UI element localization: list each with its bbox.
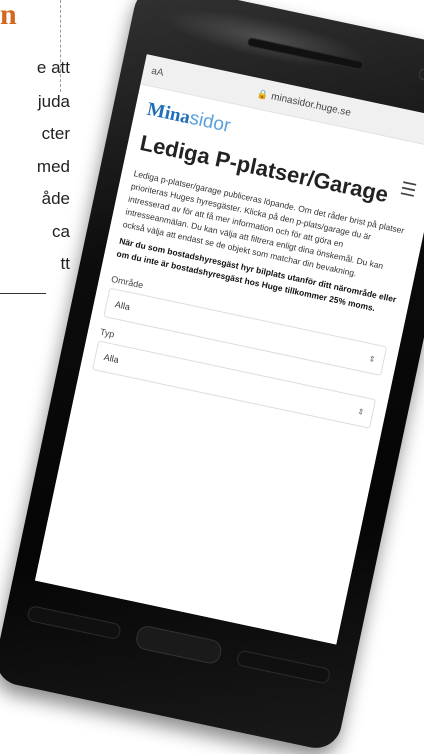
background-text-line: åde: [41, 189, 70, 208]
background-text-line: juda: [37, 92, 70, 111]
page-content: Minasidor ☰ Lediga P-platser/Garage Ledi…: [34, 84, 424, 645]
select-chevron-icon: ⇕: [367, 353, 377, 364]
background-text-line: tt: [60, 254, 70, 273]
logo-bold: Mina: [145, 98, 192, 129]
phone-screen: aA 🔒minasidor.huge.se ↻ Minasidor ☰ Ledi…: [34, 54, 424, 645]
text-size-button[interactable]: aA: [150, 65, 191, 84]
background-text-line: e att: [36, 58, 70, 77]
select-chevron-icon: ⇕: [356, 406, 366, 417]
smartphone: aA 🔒minasidor.huge.se ↻ Minasidor ☰ Ledi…: [0, 0, 424, 753]
reload-icon[interactable]: ↻: [416, 120, 424, 138]
column-divider: [60, 0, 61, 92]
background-heading-fragment: n: [0, 0, 17, 31]
call-key[interactable]: [26, 604, 122, 641]
background-text-line: med: [36, 157, 70, 176]
end-key[interactable]: [235, 649, 332, 685]
background-text-line: ca: [52, 222, 70, 241]
menu-key[interactable]: [134, 624, 224, 666]
background-rule: [0, 293, 46, 294]
lock-icon: 🔒: [256, 87, 270, 100]
logo-light: sidor: [187, 107, 233, 137]
front-camera: [417, 67, 424, 82]
background-text-line: cter: [41, 124, 70, 143]
